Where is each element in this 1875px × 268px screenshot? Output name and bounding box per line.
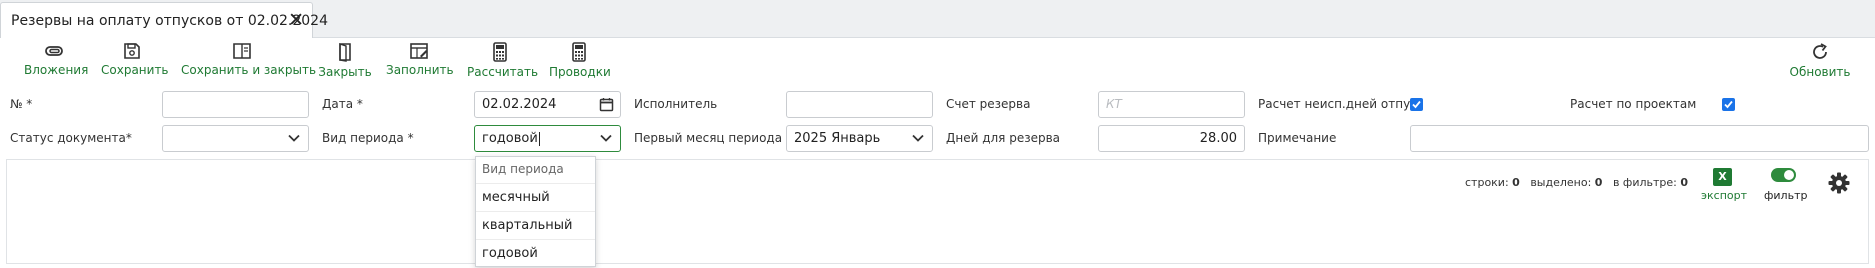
tab-bar: Резервы на оплату отпусков от 02.02.2024…	[0, 0, 1875, 38]
unused-days-checkbox[interactable]	[1410, 98, 1423, 111]
fill-label: Заполнить	[386, 63, 454, 77]
filtered-label: в фильтре:	[1612, 176, 1677, 189]
refresh-label: Обновить	[1789, 65, 1851, 79]
executor-field[interactable]	[786, 91, 933, 118]
date-label: Дата *	[322, 97, 363, 111]
executor-label: Исполнитель	[634, 97, 718, 111]
reserve-account-label: Счет резерва	[946, 97, 1031, 111]
attachments-label: Вложения	[24, 63, 89, 77]
close-door-icon	[339, 43, 351, 62]
period-type-value: годовой	[482, 131, 538, 146]
fill-table-icon	[410, 43, 428, 59]
book-save-icon	[233, 43, 251, 59]
dropdown-option-monthly[interactable]: месячный	[476, 183, 595, 210]
attachments-button[interactable]: Вложения	[24, 42, 89, 82]
date-field[interactable]: 02.02.2024	[474, 91, 621, 118]
status-label: Статус документа*	[10, 131, 132, 145]
number-field[interactable]	[162, 91, 309, 118]
period-type-dropdown: Вид периода месячный квартальный годовой	[475, 156, 596, 267]
date-value: 02.02.2024	[482, 97, 557, 112]
export-label[interactable]: экспорт	[1701, 189, 1747, 202]
calculator-icon	[493, 42, 507, 62]
reserve-account-field[interactable]: КТ	[1098, 91, 1245, 118]
text-cursor	[538, 131, 540, 146]
save-close-button[interactable]: Сохранить и закрыть	[181, 42, 317, 82]
calculate-label: Рассчитать	[467, 65, 539, 79]
save-close-label: Сохранить и закрыть	[181, 63, 317, 77]
chevron-down-icon	[288, 134, 300, 142]
selected-label: выделено:	[1530, 176, 1592, 189]
rows-label: строки:	[1465, 176, 1509, 189]
save-icon	[124, 43, 140, 59]
fill-button[interactable]: Заполнить	[386, 42, 454, 82]
paperclip-icon	[45, 46, 63, 56]
close-icon[interactable]: ✕	[288, 10, 304, 30]
period-type-select[interactable]: годовой	[474, 125, 621, 152]
reserve-days-label: Дней для резерва	[946, 131, 1061, 145]
first-month-label: Первый месяц периода *	[634, 131, 792, 145]
dropdown-header: Вид периода	[482, 162, 564, 176]
tab-title: Резервы на оплату отпусков от 02.02.2024	[11, 13, 328, 29]
selected-count: 0	[1594, 176, 1603, 189]
unused-days-label: Расчет неисп.дней отпу...	[1258, 97, 1422, 111]
chevron-down-icon	[600, 134, 612, 142]
by-projects-checkbox[interactable]	[1722, 98, 1735, 111]
document-tab[interactable]: Резервы на оплату отпусков от 02.02.2024…	[0, 2, 328, 38]
excel-icon[interactable]: X	[1713, 168, 1732, 186]
save-label: Сохранить	[101, 63, 169, 77]
reserve-days-field[interactable]: 28.00	[1098, 125, 1245, 152]
toolbar: Вложения Сохранить Сохранить и закрыть З…	[0, 38, 1875, 84]
note-field[interactable]	[1410, 125, 1869, 152]
note-label: Примечание	[1258, 131, 1337, 145]
first-month-select[interactable]: 2025 Январь	[786, 125, 933, 152]
rows-count: 0	[1512, 176, 1520, 189]
refresh-button[interactable]: Обновить	[1788, 42, 1852, 82]
checkmark-icon	[1724, 100, 1733, 109]
data-grid[interactable]	[6, 159, 1869, 264]
postings-calculator-icon	[572, 42, 586, 62]
number-label: № *	[10, 97, 33, 111]
gear-icon[interactable]	[1828, 172, 1850, 194]
chevron-down-icon	[912, 134, 924, 142]
first-month-value: 2025 Январь	[794, 131, 881, 146]
period-type-label: Вид периода *	[322, 131, 414, 145]
calendar-icon[interactable]	[599, 97, 614, 112]
filtered-count: 0	[1680, 176, 1689, 189]
close-button[interactable]: Закрыть	[318, 42, 372, 82]
calculate-button[interactable]: Рассчитать	[467, 42, 539, 82]
postings-label: Проводки	[549, 65, 611, 79]
grid-stats: строки: 0 выделено: 0 в фильтре: 0	[1465, 176, 1688, 189]
dropdown-option-quarterly[interactable]: квартальный	[476, 211, 595, 238]
status-select[interactable]	[162, 125, 309, 152]
close-label: Закрыть	[318, 65, 372, 79]
postings-button[interactable]: Проводки	[549, 42, 611, 82]
checkmark-icon	[1412, 100, 1421, 109]
refresh-icon	[1813, 43, 1827, 59]
filter-toggle[interactable]	[1771, 168, 1796, 182]
dropdown-option-yearly[interactable]: годовой	[476, 239, 595, 266]
save-button[interactable]: Сохранить	[101, 42, 169, 82]
by-projects-label: Расчет по проектам	[1570, 97, 1697, 111]
filter-label: фильтр	[1764, 189, 1808, 202]
